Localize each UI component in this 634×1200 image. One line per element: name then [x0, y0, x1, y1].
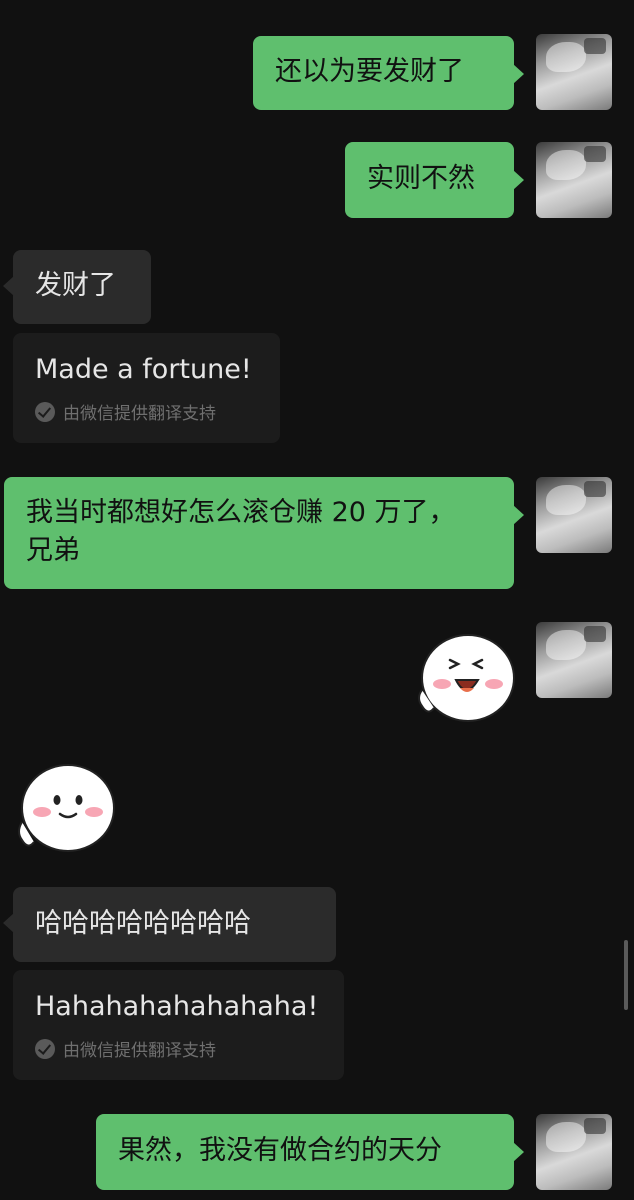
laughing-face-waving-sticker[interactable] — [412, 628, 516, 724]
message-bubble-outgoing[interactable]: 我当时都想好怎么滚仓赚 20 万了， 兄弟 — [4, 477, 524, 589]
message-text: 发财了 — [35, 270, 116, 301]
message-bubble-outgoing[interactable]: 果然，我没有做合约的天分 — [96, 1114, 524, 1190]
message-bubble-outgoing[interactable]: 还以为要发财了 — [253, 36, 524, 110]
my-avatar[interactable] — [536, 622, 612, 698]
translation-box[interactable]: Hahahahahahahaha! 由微信提供翻译支持 — [13, 970, 344, 1080]
my-avatar[interactable] — [536, 142, 612, 218]
translation-text: Hahahahahahahaha! — [35, 991, 319, 1022]
my-avatar[interactable] — [536, 1114, 612, 1190]
message-text: 实则不然 — [367, 163, 475, 194]
check-circle-icon — [35, 401, 55, 422]
message-text-line-1: 我当时都想好怎么滚仓赚 20 万了， — [26, 497, 456, 528]
message-bubble-outgoing[interactable]: 实则不然 — [345, 142, 524, 218]
message-text: 哈哈哈哈哈哈哈哈 — [35, 908, 251, 939]
my-avatar[interactable] — [536, 477, 612, 553]
scrollbar[interactable] — [624, 940, 628, 1010]
smiling-face-waving-sticker[interactable] — [12, 760, 116, 856]
check-circle-icon — [35, 1038, 55, 1059]
message-bubble-incoming[interactable]: 发财了 — [3, 250, 151, 324]
message-text-line-2: 兄弟 — [26, 535, 80, 566]
translation-text: Made a fortune! — [35, 354, 252, 385]
message-text: 还以为要发财了 — [275, 56, 464, 87]
my-avatar[interactable] — [536, 34, 612, 110]
translation-credit-text: 由微信提供翻译支持 — [63, 404, 216, 424]
message-bubble-incoming[interactable]: 哈哈哈哈哈哈哈哈 — [3, 887, 336, 962]
message-text: 果然，我没有做合约的天分 — [118, 1135, 442, 1166]
translation-box[interactable]: Made a fortune! 由微信提供翻译支持 — [13, 333, 280, 443]
chat-screen: 还以为要发财了 实则不然 发财了 Made a fortune! 由微信提供翻译… — [0, 0, 634, 1200]
translation-credit: 由微信提供翻译支持 — [35, 1036, 322, 1061]
translation-credit: 由微信提供翻译支持 — [35, 399, 258, 424]
translation-credit-text: 由微信提供翻译支持 — [63, 1041, 216, 1061]
